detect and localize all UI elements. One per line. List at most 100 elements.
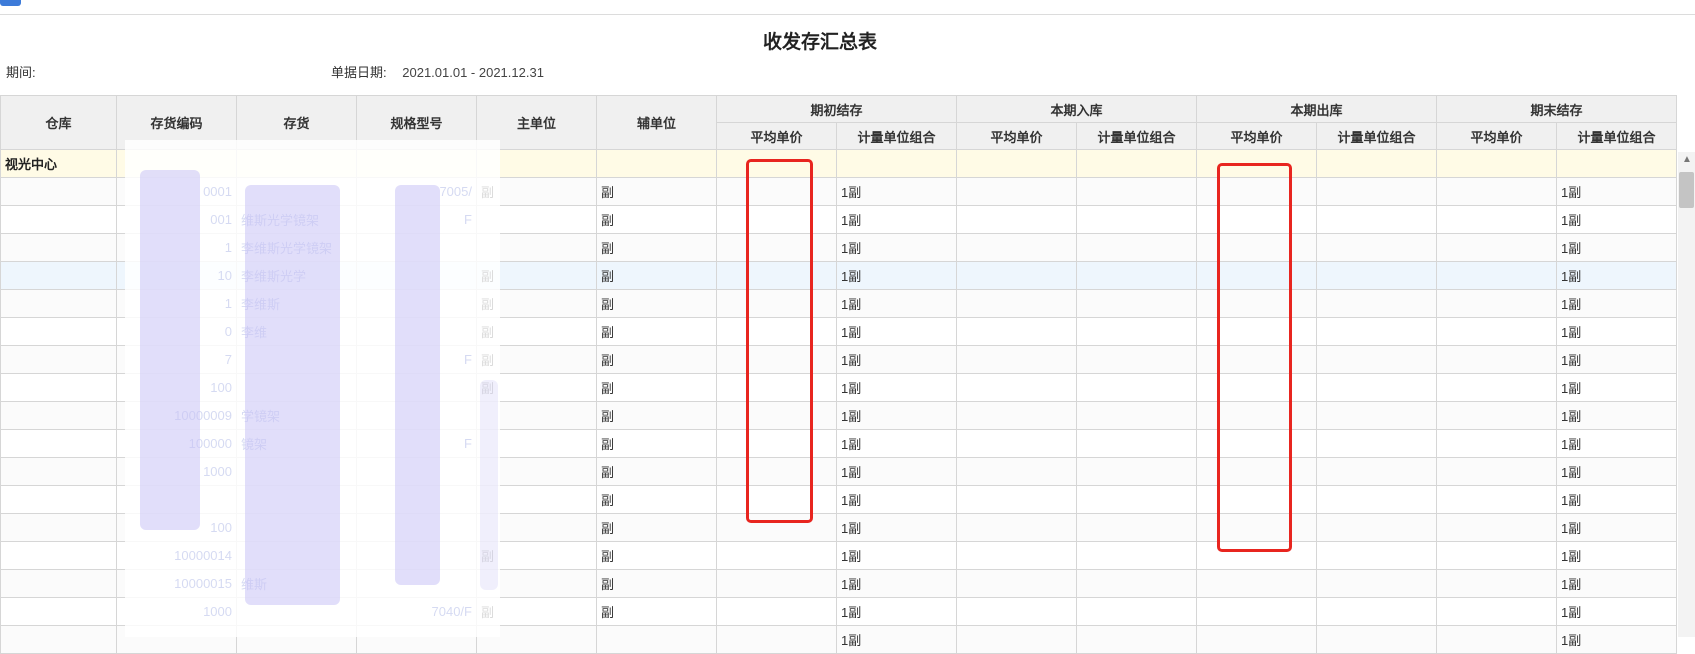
cell-inbound-avg-price[interactable] <box>956 513 1077 542</box>
cell-main-unit[interactable] <box>476 485 597 514</box>
cell-outbound-avg-price[interactable] <box>1196 317 1317 346</box>
cell-inbound-avg-price[interactable] <box>956 625 1077 654</box>
cell-outbound-unit-combo[interactable] <box>1316 569 1437 598</box>
table-row[interactable]: 100 副副 1副 1副 <box>0 373 1677 402</box>
cell-closing-avg-price[interactable] <box>1436 485 1557 514</box>
cell-opening-unit-combo[interactable]: 1副 <box>836 373 957 402</box>
cell-closing-unit-combo[interactable]: 1副 <box>1556 569 1677 598</box>
cell-outbound-unit-combo[interactable] <box>1316 401 1437 430</box>
col-inbound-avg-price[interactable]: 平均单价 <box>956 122 1077 150</box>
cell-warehouse[interactable] <box>0 485 117 514</box>
cell-inbound-avg-price[interactable] <box>956 401 1077 430</box>
cell-warehouse[interactable] <box>0 597 117 626</box>
cell-closing-avg-price[interactable] <box>1436 233 1557 262</box>
cell-item[interactable]: 李维 <box>236 317 357 346</box>
cell-spec[interactable] <box>356 373 477 402</box>
vertical-scrollbar[interactable]: ▲ <box>1678 152 1695 637</box>
cell-inbound-unit-combo[interactable] <box>1076 625 1197 654</box>
cell-inbound-unit-combo[interactable] <box>1076 597 1197 626</box>
cell-opening-avg-price[interactable] <box>716 485 837 514</box>
cell-item[interactable]: 镜架 <box>236 429 357 458</box>
cell-item[interactable] <box>236 485 357 514</box>
cell-opening-avg-price[interactable] <box>716 429 837 458</box>
cell-warehouse[interactable] <box>0 401 117 430</box>
cell-code[interactable] <box>116 625 237 654</box>
cell-spec[interactable] <box>356 317 477 346</box>
cell-outbound-avg-price[interactable] <box>1196 345 1317 374</box>
table-row[interactable]: 10000015 维斯 副 1副 1副 <box>0 569 1677 598</box>
cell-outbound-unit-combo[interactable] <box>1316 597 1437 626</box>
cell-opening-avg-price[interactable] <box>716 625 837 654</box>
cell-warehouse[interactable] <box>0 233 117 262</box>
cell-inbound-unit-combo[interactable] <box>1076 401 1197 430</box>
cell-code[interactable]: 10 <box>116 261 237 290</box>
cell-inbound-unit-combo[interactable] <box>1076 541 1197 570</box>
cell-inbound-unit-combo[interactable] <box>1076 429 1197 458</box>
cell-closing-avg-price[interactable] <box>1436 597 1557 626</box>
cell-closing-avg-price[interactable] <box>1436 177 1557 206</box>
cell-aux-unit[interactable]: 副 <box>596 513 717 542</box>
cell-main-unit[interactable]: 副 <box>476 289 597 318</box>
cell-item[interactable] <box>236 345 357 374</box>
cell-opening-unit-combo[interactable]: 1副 <box>836 345 957 374</box>
cell-closing-unit-combo[interactable]: 1副 <box>1556 429 1677 458</box>
cell-warehouse[interactable] <box>0 261 117 290</box>
cell-closing-unit-combo[interactable]: 1副 <box>1556 625 1677 654</box>
cell-item[interactable]: 李维斯光学镜架 <box>236 233 357 262</box>
cell-outbound-unit-combo[interactable] <box>1316 317 1437 346</box>
col-aux-unit[interactable]: 辅单位 <box>596 95 717 150</box>
cell-warehouse[interactable] <box>0 457 117 486</box>
cell-outbound-unit-combo[interactable] <box>1316 429 1437 458</box>
cell-outbound-avg-price[interactable] <box>1196 541 1317 570</box>
cell-opening-avg-price[interactable] <box>716 597 837 626</box>
group-row[interactable]: 视光中心 <box>0 149 1677 178</box>
cell-opening-unit-combo[interactable]: 1副 <box>836 485 957 514</box>
cell-outbound-avg-price[interactable] <box>1196 233 1317 262</box>
cell-outbound-avg-price[interactable] <box>1196 289 1317 318</box>
cell-outbound-avg-price[interactable] <box>1196 429 1317 458</box>
cell-opening-unit-combo[interactable]: 1副 <box>836 625 957 654</box>
cell-closing-avg-price[interactable] <box>1436 541 1557 570</box>
cell-spec[interactable] <box>356 233 477 262</box>
cell-closing-avg-price[interactable] <box>1436 345 1557 374</box>
cell-closing-avg-price[interactable] <box>1436 429 1557 458</box>
cell-aux-unit[interactable]: 副 <box>596 373 717 402</box>
cell-main-unit[interactable] <box>476 569 597 598</box>
table-row[interactable]: 1 李维斯 副副 1副 1副 <box>0 289 1677 318</box>
col-item[interactable]: 存货 <box>236 95 357 150</box>
cell-inbound-unit-combo[interactable] <box>1076 373 1197 402</box>
cell-outbound-avg-price[interactable] <box>1196 177 1317 206</box>
cell-opening-avg-price[interactable] <box>716 373 837 402</box>
cell-outbound-avg-price[interactable] <box>1196 457 1317 486</box>
cell-outbound-avg-price[interactable] <box>1196 597 1317 626</box>
cell-opening-unit-combo[interactable]: 1副 <box>836 457 957 486</box>
cell-code[interactable] <box>116 485 237 514</box>
cell-closing-unit-combo[interactable]: 1副 <box>1556 177 1677 206</box>
cell-opening-unit-combo[interactable]: 1副 <box>836 205 957 234</box>
cell-warehouse[interactable] <box>0 177 117 206</box>
cell-inbound-unit-combo[interactable] <box>1076 233 1197 262</box>
table-row[interactable]: 1000 副 1副 1副 <box>0 457 1677 486</box>
cell-outbound-unit-combo[interactable] <box>1316 513 1437 542</box>
cell-aux-unit[interactable]: 副 <box>596 317 717 346</box>
cell-outbound-unit-combo[interactable] <box>1316 261 1437 290</box>
scrollbar-thumb[interactable] <box>1679 172 1694 208</box>
cell-main-unit[interactable]: 副 <box>476 177 597 206</box>
col-outbound-unit-combo[interactable]: 计量单位组合 <box>1316 122 1437 150</box>
cell-outbound-unit-combo[interactable] <box>1316 289 1437 318</box>
cell-opening-avg-price[interactable] <box>716 401 837 430</box>
cell-spec[interactable] <box>356 625 477 654</box>
cell-inbound-avg-price[interactable] <box>956 317 1077 346</box>
cell-item[interactable] <box>236 373 357 402</box>
cell-outbound-avg-price[interactable] <box>1196 569 1317 598</box>
cell-code[interactable]: 1000 <box>116 597 237 626</box>
cell-outbound-unit-combo[interactable] <box>1316 205 1437 234</box>
cell-inbound-avg-price[interactable] <box>956 429 1077 458</box>
cell-outbound-unit-combo[interactable] <box>1316 345 1437 374</box>
cell-spec[interactable] <box>356 569 477 598</box>
cell-main-unit[interactable] <box>476 233 597 262</box>
table-row[interactable]: 1 李维斯光学镜架 副 1副 1副 <box>0 233 1677 262</box>
cell-opening-unit-combo[interactable]: 1副 <box>836 513 957 542</box>
cell-opening-unit-combo[interactable]: 1副 <box>836 597 957 626</box>
cell-opening-unit-combo[interactable]: 1副 <box>836 401 957 430</box>
